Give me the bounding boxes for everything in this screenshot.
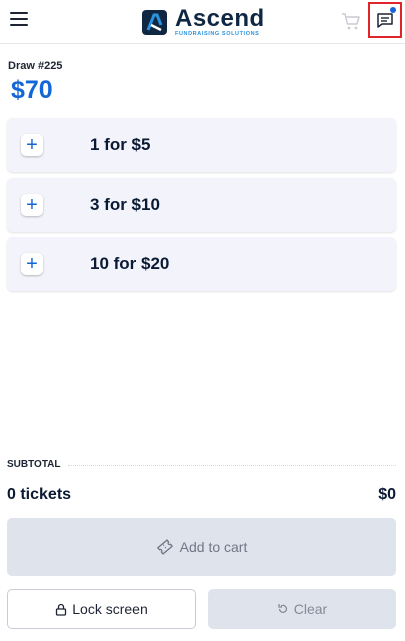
lock-screen-button[interactable]: Lock screen: [7, 589, 196, 629]
ticket-option-label: 1 for $5: [90, 135, 151, 154]
add-to-cart-button[interactable]: Add to cart: [7, 518, 396, 576]
add-to-cart-label: Add to cart: [179, 539, 248, 555]
ticket-option-1[interactable]: + 1 for $5: [7, 118, 396, 172]
draw-label: Draw #225: [8, 60, 63, 72]
chat-icon: [377, 13, 393, 28]
ticket-option-3[interactable]: + 10 for $20: [7, 237, 396, 291]
chat-button[interactable]: [368, 2, 402, 38]
ticket-option-label: 3 for $10: [90, 195, 160, 214]
logo-title: Ascend: [175, 4, 265, 32]
lock-icon: [56, 603, 67, 616]
clear-button[interactable]: Clear: [208, 589, 396, 629]
logo-subtitle: FUNDRAISING SOLUTIONS: [175, 30, 260, 37]
ticket-option-label: 10 for $20: [90, 254, 170, 273]
subtotal-label: SUBTOTAL: [7, 459, 61, 470]
logo: Ascend FUNDRAISING SOLUTIONS: [142, 6, 265, 38]
total-amount: $0: [378, 486, 396, 503]
lock-screen-label: Lock screen: [72, 601, 148, 617]
ticket-count: 0 tickets: [7, 486, 72, 503]
reset-icon: [278, 604, 287, 613]
menu-icon[interactable]: [10, 12, 28, 28]
ticket-option-2[interactable]: + 3 for $10: [7, 178, 396, 232]
logo-mark-icon: [142, 9, 167, 35]
clear-label: Clear: [293, 601, 328, 617]
plus-icon[interactable]: +: [21, 253, 43, 275]
divider: [68, 465, 396, 466]
notification-dot: [390, 7, 396, 13]
plus-icon[interactable]: +: [21, 134, 43, 156]
draw-amount: $70: [11, 76, 53, 104]
ticket-icon: [156, 539, 173, 555]
plus-icon[interactable]: +: [21, 194, 43, 216]
app-header: Ascend FUNDRAISING SOLUTIONS: [0, 0, 405, 44]
cart-icon[interactable]: [340, 10, 362, 32]
